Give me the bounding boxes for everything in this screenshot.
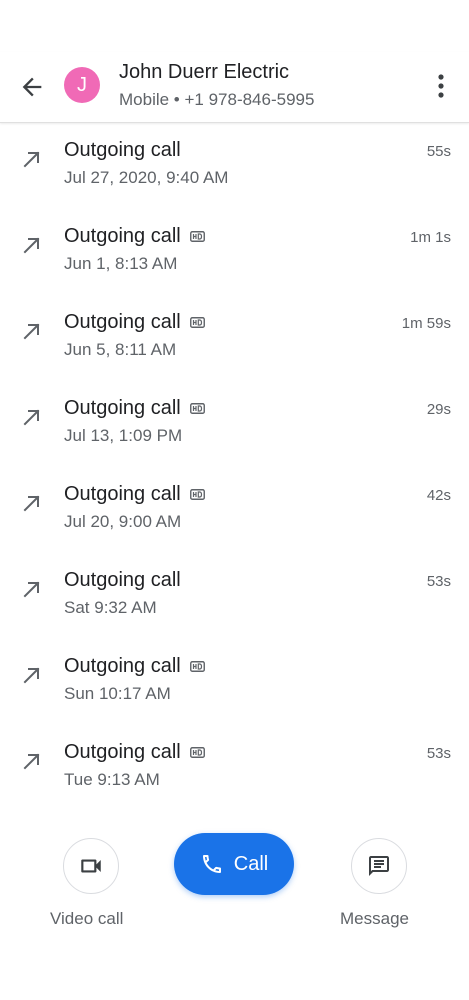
outgoing-call-arrow-icon [23,237,40,254]
call-timestamp: Tue 9:13 AM [64,770,160,789]
video-call-button[interactable] [63,838,119,894]
hd-icon [189,231,205,242]
call-timestamp: Sat 9:32 AM [64,598,157,617]
call-type-label: Outgoing call [64,139,181,161]
avatar: J [64,67,100,103]
call-timestamp: Jul 27, 2020, 9:40 AM [64,168,229,187]
call-duration: 53s [426,745,451,762]
back-arrow-icon [22,77,42,97]
video-camera-icon [81,859,101,873]
call-type: Outgoing call [64,225,205,248]
outgoing-call-arrow-icon [23,495,40,512]
contact-name: John Duerr Electric [119,61,290,83]
call-type: Outgoing call [64,139,181,162]
call-button[interactable]: Call [174,833,294,895]
outgoing-call-arrow-icon [23,323,40,340]
call-timestamp: Sun 10:17 AM [64,684,171,703]
action-bar: Video call Call Message [0,830,469,960]
hd-icon [189,403,205,414]
outgoing-call-arrow-icon [23,581,40,598]
hd-icon [189,489,205,500]
hd-icon [189,317,205,328]
hd-icon [189,747,205,758]
more-vert-icon [438,74,444,98]
hd-icon [189,661,205,672]
call-type-label: Outgoing call [64,225,181,247]
call-timestamp: Jul 20, 9:00 AM [64,512,182,531]
call-history-row[interactable]: Outgoing call Tue 9:13 AM 53s [0,725,469,811]
call-type: Outgoing call [64,741,205,764]
outgoing-call-arrow-icon [23,753,40,770]
call-history-row[interactable]: Outgoing call Jun 1, 8:13 AM 1m 1s [0,209,469,295]
call-timestamp: Jun 1, 8:13 AM [64,254,178,273]
call-history-row[interactable]: Outgoing call Jul 13, 1:09 PM 29s [0,381,469,467]
call-type: Outgoing call [64,655,205,678]
call-type-label: Outgoing call [64,483,181,505]
call-history-row[interactable]: Outgoing call Sat 9:32 AM 53s [0,553,469,639]
call-history-row[interactable]: Outgoing call Sun 10:17 AM [0,639,469,725]
call-duration: 29s [426,401,451,418]
call-type-label: Outgoing call [64,655,181,677]
call-history-row[interactable]: Outgoing call Jul 20, 9:00 AM 42s [0,467,469,553]
more-options-button[interactable] [428,70,454,102]
call-duration: 42s [426,487,451,504]
contact-header: J John Duerr Electric Mobile • +1 978-84… [0,52,469,123]
call-history-row[interactable]: Outgoing call Jun 5, 8:11 AM 1m 59s [0,295,469,381]
call-history-row[interactable]: Outgoing call Jul 27, 2020, 9:40 AM 55s [0,123,469,209]
phone-icon [202,855,221,873]
call-type: Outgoing call [64,483,205,506]
message-label: Message [340,909,409,928]
outgoing-call-arrow-icon [23,667,40,684]
back-button[interactable] [18,73,46,101]
call-history-list: Outgoing call Jul 27, 2020, 9:40 AM 55s Out… [0,123,469,811]
call-duration: 55s [426,143,451,160]
call-type: Outgoing call [64,311,205,334]
call-type-label: Outgoing call [64,741,181,763]
call-type-label: Outgoing call [64,311,181,333]
call-timestamp: Jul 13, 1:09 PM [64,426,183,445]
contact-detail: Mobile • +1 978-846-5995 [119,90,315,109]
video-call-label: Video call [50,909,124,928]
call-timestamp: Jun 5, 8:11 AM [64,340,177,359]
call-type: Outgoing call [64,569,181,592]
call-duration: 53s [426,573,451,590]
call-duration: 1m 1s [410,229,451,246]
message-button[interactable] [351,838,407,894]
message-icon [369,856,389,876]
outgoing-call-arrow-icon [23,151,40,168]
call-type: Outgoing call [64,397,205,420]
call-type-label: Outgoing call [64,397,181,419]
call-button-label: Call [233,852,269,875]
call-type-label: Outgoing call [64,569,181,591]
outgoing-call-arrow-icon [23,409,40,426]
call-duration: 1m 59s [401,315,451,332]
